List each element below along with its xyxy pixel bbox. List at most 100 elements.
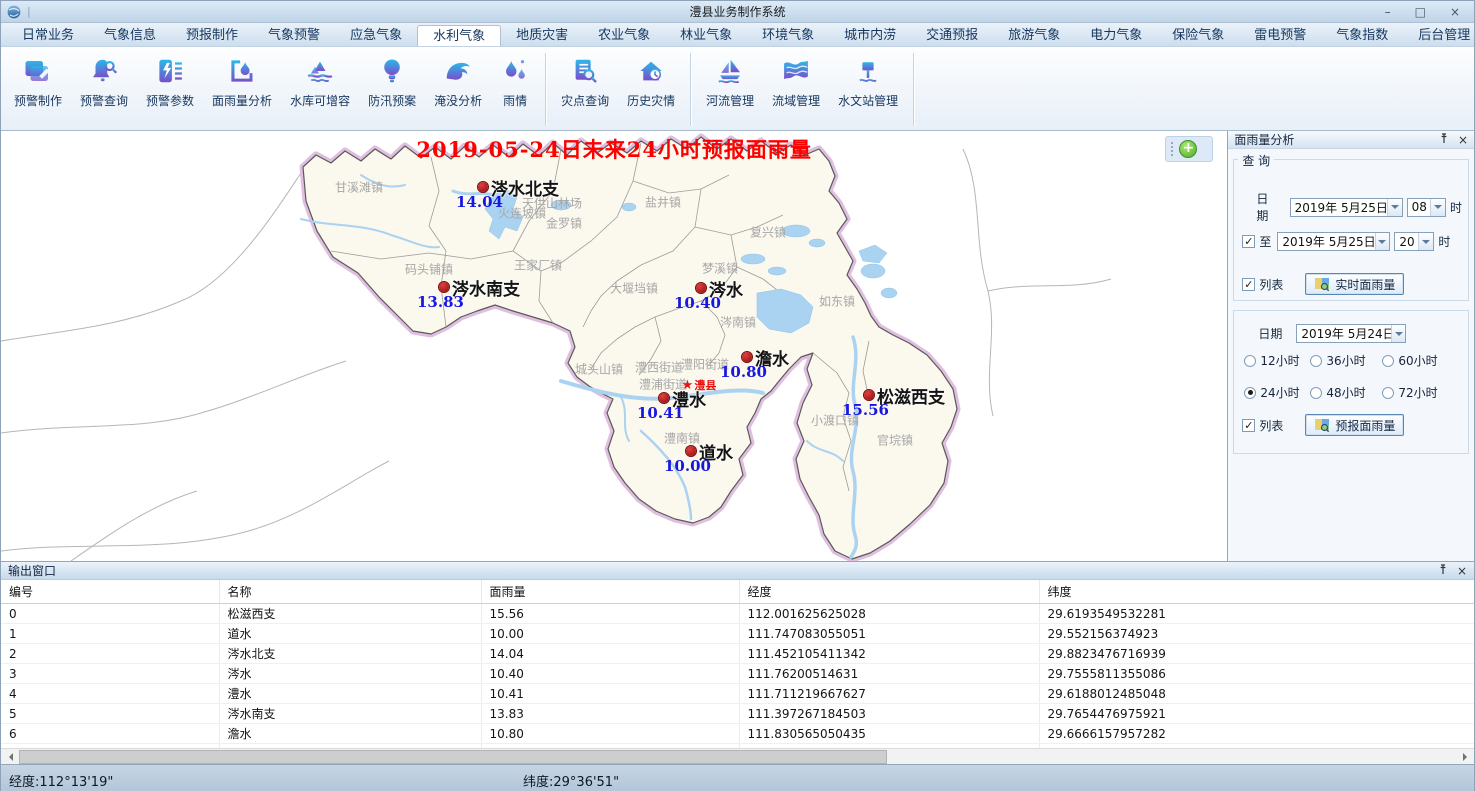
duration-radio[interactable]: 60小时 [1382, 352, 1454, 369]
table-row[interactable]: 3 涔水 10.40 111.76200514631 29.7555811355… [1, 664, 1474, 684]
cell-rainfall: 10.40 [481, 664, 739, 684]
menu-tab[interactable]: 农业气象 [583, 25, 665, 46]
list-label: 列表 [1259, 276, 1283, 293]
cell-id: 5 [1, 704, 219, 724]
duration-radio[interactable]: 12小时 [1244, 352, 1310, 369]
horizontal-scrollbar[interactable] [1, 748, 1474, 765]
list-checkbox-2[interactable]: ✓ [1242, 419, 1255, 432]
end-hour-combo[interactable]: 20 [1394, 232, 1434, 251]
town-label: 涔南镇 [720, 314, 756, 331]
toolbar-button[interactable]: 灾点查询 [552, 49, 618, 130]
realtime-rainfall-button[interactable]: 实时面雨量 [1305, 273, 1404, 295]
table-row[interactable]: 6 澹水 10.80 111.830565050435 29.666615795… [1, 724, 1474, 744]
panel-close-icon[interactable]: × [1458, 134, 1468, 146]
toolbar-button[interactable]: 预警参数 [137, 49, 203, 130]
station-dot-icon [659, 393, 669, 403]
menu-tab[interactable]: 城市内涝 [829, 25, 911, 46]
map-icon [1314, 418, 1330, 433]
table-row[interactable]: 4 澧水 10.41 111.711219667627 29.618801248… [1, 684, 1474, 704]
end-date-combo[interactable]: 2019年 5月25日 [1277, 232, 1390, 251]
menu-tab[interactable]: 气象预警 [253, 25, 335, 46]
map-mini-toolbar: + [1165, 136, 1213, 162]
titlebar-separator: | [27, 5, 31, 18]
list-checkbox[interactable]: ✓ [1242, 278, 1255, 291]
menu-tab[interactable]: 雷电预警 [1239, 25, 1321, 46]
cell-longitude: 112.001625625028 [739, 604, 1039, 624]
menu-tab[interactable]: 交通预报 [911, 25, 993, 46]
menu-tab[interactable]: 地质灾害 [501, 25, 583, 46]
duration-radio[interactable]: 36小时 [1310, 352, 1382, 369]
toolbar-button[interactable]: 防汛预案 [359, 49, 425, 130]
menu-tab[interactable]: 保险气象 [1157, 25, 1239, 46]
cell-longitude: 111.76200514631 [739, 664, 1039, 684]
menu-tab[interactable]: 旅游气象 [993, 25, 1075, 46]
start-date-combo[interactable]: 2019年 5月25日 [1290, 198, 1403, 217]
toolbar-button[interactable]: 流域管理 [763, 49, 829, 130]
panel-title: 面雨量分析 [1234, 131, 1294, 148]
menu-tab[interactable]: 后台管理 [1403, 25, 1475, 46]
menu-tab[interactable]: 林业气象 [665, 25, 747, 46]
to-date-checkbox[interactable]: ✓ [1242, 235, 1255, 248]
town-label: 复兴镇 [750, 224, 786, 241]
column-header[interactable]: 纬度 [1039, 580, 1474, 604]
column-header[interactable]: 名称 [219, 580, 481, 604]
scrollbar-thumb[interactable] [19, 750, 887, 764]
menu-tab[interactable]: 日常业务 [7, 25, 89, 46]
toolbar-button[interactable]: 雨情 [491, 49, 539, 130]
map-view[interactable]: 2019-05-24日未来24小时预报面雨量 甘溪滩镇 火连坡镇 天供山林场 金… [1, 131, 1227, 561]
toolbar-button[interactable]: 淹没分析 [425, 49, 491, 130]
town-label: 官垸镇 [877, 432, 913, 449]
table-row[interactable]: 5 涔水南支 13.83 111.397267184503 29.7654476… [1, 704, 1474, 724]
cell-name: 澹水 [219, 724, 481, 744]
column-header[interactable]: 面雨量 [481, 580, 739, 604]
menu-tab[interactable]: 环境气象 [747, 25, 829, 46]
output-title: 输出窗口 [8, 562, 56, 579]
chevron-down-icon [1391, 325, 1405, 342]
forecast-date-combo[interactable]: 2019年 5月24日 [1296, 324, 1406, 343]
toolbar-button[interactable]: 河流管理 [697, 49, 763, 130]
pin-icon[interactable] [1438, 564, 1448, 577]
add-layer-button[interactable]: + [1179, 140, 1197, 158]
warning-query-icon [89, 56, 119, 86]
scroll-left-arrow-icon[interactable] [1, 749, 18, 765]
menu-tab[interactable]: 电力气象 [1075, 25, 1157, 46]
start-date-label: 日 期 [1256, 190, 1283, 224]
table-row[interactable]: 1 道水 10.00 111.747083055051 29.552156374… [1, 624, 1474, 644]
column-header[interactable]: 编号 [1, 580, 219, 604]
start-hour-combo[interactable]: 08 [1407, 198, 1446, 217]
toolbar-button[interactable]: 预警制作 [5, 49, 71, 130]
pin-icon[interactable] [1439, 133, 1449, 146]
duration-radio[interactable]: 72小时 [1382, 384, 1454, 401]
duration-radio[interactable]: 48小时 [1310, 384, 1382, 401]
forecast-rainfall-button[interactable]: 预报面雨量 [1305, 414, 1404, 436]
table-row[interactable]: 0 松滋西支 15.56 112.001625625028 29.6193549… [1, 604, 1474, 624]
menu-tab[interactable]: 气象指数 [1321, 25, 1403, 46]
table-row[interactable]: 2 涔水北支 14.04 111.452105411342 29.8823476… [1, 644, 1474, 664]
cell-name: 涔水南支 [219, 704, 481, 724]
cell-id: 2 [1, 644, 219, 664]
maximize-button[interactable]: □ [1415, 2, 1426, 22]
chevron-down-icon [1375, 233, 1390, 250]
toolbar-button[interactable]: 面雨量分析 [203, 49, 281, 130]
minimize-button[interactable]: – [1385, 2, 1391, 22]
toolbar-button[interactable]: 水文站管理 [829, 49, 907, 130]
close-button[interactable]: × [1450, 2, 1460, 22]
cell-longitude: 111.397267184503 [739, 704, 1039, 724]
forecast-date-label: 日期 [1258, 325, 1282, 342]
radio-icon [1310, 355, 1322, 367]
menu-tab[interactable]: 预报制作 [171, 25, 253, 46]
toolbar-button[interactable]: 历史灾情 [618, 49, 684, 130]
column-header[interactable]: 经度 [739, 580, 1039, 604]
drag-grip-icon[interactable] [1171, 142, 1173, 156]
menu-tab[interactable]: 水利气象 [417, 25, 501, 46]
duration-radio[interactable]: 24小时 [1244, 384, 1310, 401]
menu-tab[interactable]: 应急气象 [335, 25, 417, 46]
toolbar-button[interactable]: 预警查询 [71, 49, 137, 130]
scroll-right-arrow-icon[interactable] [1457, 749, 1474, 765]
toolbar-button[interactable]: 水库可增容 [281, 49, 359, 130]
list-label-2: 列表 [1259, 417, 1283, 434]
cell-id: 1 [1, 624, 219, 644]
menu-tab[interactable]: 气象信息 [89, 25, 171, 46]
output-close-icon[interactable]: × [1457, 565, 1467, 577]
cell-id: 4 [1, 684, 219, 704]
